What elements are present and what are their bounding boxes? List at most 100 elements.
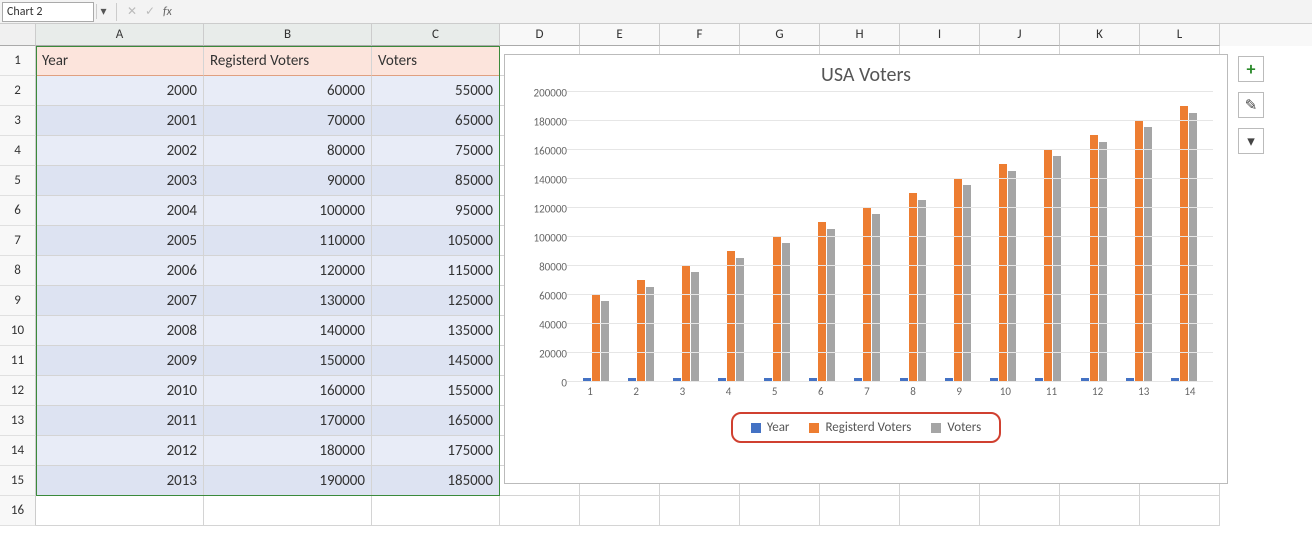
- cell[interactable]: 105000: [372, 226, 500, 256]
- cell[interactable]: 2010: [36, 376, 204, 406]
- chart-plot-area[interactable]: [567, 91, 1213, 381]
- bar[interactable]: [872, 214, 880, 381]
- row-header[interactable]: 16: [0, 496, 36, 526]
- cell[interactable]: 2012: [36, 436, 204, 466]
- select-all-corner[interactable]: [0, 24, 36, 46]
- cell[interactable]: 85000: [372, 166, 500, 196]
- row-header[interactable]: 15: [0, 466, 36, 496]
- chart-title[interactable]: USA Voters: [505, 55, 1227, 91]
- bar[interactable]: [601, 301, 609, 381]
- row-header[interactable]: 4: [0, 136, 36, 166]
- legend-item-registered[interactable]: Registerd Voters: [809, 420, 911, 435]
- bar[interactable]: [646, 287, 654, 381]
- cell[interactable]: 2003: [36, 166, 204, 196]
- bar[interactable]: [1090, 135, 1098, 382]
- cell[interactable]: 2013: [36, 466, 204, 496]
- column-header[interactable]: E: [580, 24, 660, 46]
- cell[interactable]: 75000: [372, 136, 500, 166]
- bar[interactable]: [1135, 120, 1143, 381]
- row-header[interactable]: 5: [0, 166, 36, 196]
- row-header[interactable]: 3: [0, 106, 36, 136]
- row-header[interactable]: 12: [0, 376, 36, 406]
- cell[interactable]: 2001: [36, 106, 204, 136]
- cell[interactable]: 2006: [36, 256, 204, 286]
- cell[interactable]: Registerd Voters: [204, 46, 372, 76]
- column-header[interactable]: A: [36, 24, 204, 46]
- cell[interactable]: 115000: [372, 256, 500, 286]
- cell[interactable]: 70000: [204, 106, 372, 136]
- bar[interactable]: [827, 229, 835, 381]
- bar[interactable]: [954, 178, 962, 381]
- row-header[interactable]: 14: [0, 436, 36, 466]
- bar[interactable]: [727, 251, 735, 382]
- cell[interactable]: 135000: [372, 316, 500, 346]
- cell[interactable]: 160000: [204, 376, 372, 406]
- chart-legend[interactable]: Year Registerd Voters Voters: [731, 412, 1001, 443]
- bar[interactable]: [691, 272, 699, 381]
- bar[interactable]: [1144, 127, 1152, 381]
- cell[interactable]: [740, 496, 820, 526]
- cell[interactable]: 190000: [204, 466, 372, 496]
- row-header[interactable]: 7: [0, 226, 36, 256]
- row-header[interactable]: 9: [0, 286, 36, 316]
- row-header[interactable]: 13: [0, 406, 36, 436]
- cell[interactable]: 2005: [36, 226, 204, 256]
- cell[interactable]: 110000: [204, 226, 372, 256]
- cell[interactable]: [372, 496, 500, 526]
- cell[interactable]: Year: [36, 46, 204, 76]
- bar[interactable]: [1008, 171, 1016, 381]
- column-header[interactable]: F: [660, 24, 740, 46]
- column-header[interactable]: L: [1140, 24, 1220, 46]
- column-header[interactable]: C: [372, 24, 500, 46]
- cell[interactable]: 145000: [372, 346, 500, 376]
- cell[interactable]: [980, 496, 1060, 526]
- cell[interactable]: 120000: [204, 256, 372, 286]
- cell[interactable]: 185000: [372, 466, 500, 496]
- row-header[interactable]: 2: [0, 76, 36, 106]
- cell[interactable]: [660, 496, 740, 526]
- cell[interactable]: 95000: [372, 196, 500, 226]
- bar[interactable]: [592, 294, 600, 381]
- cell[interactable]: [580, 496, 660, 526]
- bar[interactable]: [918, 200, 926, 381]
- column-header[interactable]: K: [1060, 24, 1140, 46]
- cell[interactable]: 2008: [36, 316, 204, 346]
- column-header[interactable]: I: [900, 24, 980, 46]
- cell[interactable]: [1060, 496, 1140, 526]
- cell[interactable]: 2004: [36, 196, 204, 226]
- bar[interactable]: [999, 164, 1007, 382]
- legend-item-year[interactable]: Year: [751, 420, 790, 435]
- row-header[interactable]: 10: [0, 316, 36, 346]
- cell[interactable]: 155000: [372, 376, 500, 406]
- cell[interactable]: 165000: [372, 406, 500, 436]
- column-header[interactable]: D: [500, 24, 580, 46]
- cell[interactable]: [36, 496, 204, 526]
- cell[interactable]: 2011: [36, 406, 204, 436]
- cell[interactable]: 100000: [204, 196, 372, 226]
- row-header[interactable]: 11: [0, 346, 36, 376]
- bar[interactable]: [1180, 106, 1188, 382]
- chart-styles-button[interactable]: ✎: [1238, 92, 1264, 118]
- cell[interactable]: 150000: [204, 346, 372, 376]
- column-header[interactable]: H: [820, 24, 900, 46]
- cell[interactable]: 140000: [204, 316, 372, 346]
- cell[interactable]: 180000: [204, 436, 372, 466]
- row-header[interactable]: 6: [0, 196, 36, 226]
- chart-object[interactable]: USA Voters 02000040000600008000010000012…: [504, 54, 1228, 484]
- cell[interactable]: [1140, 496, 1220, 526]
- row-header[interactable]: 1: [0, 46, 36, 76]
- cell[interactable]: [204, 496, 372, 526]
- cell[interactable]: 90000: [204, 166, 372, 196]
- legend-item-voters[interactable]: Voters: [931, 420, 981, 435]
- chart-filters-button[interactable]: ▾: [1238, 128, 1264, 154]
- chart-elements-button[interactable]: +: [1238, 56, 1264, 82]
- cell[interactable]: 60000: [204, 76, 372, 106]
- cell[interactable]: 2002: [36, 136, 204, 166]
- cell[interactable]: 130000: [204, 286, 372, 316]
- bar[interactable]: [782, 243, 790, 381]
- cell[interactable]: Voters: [372, 46, 500, 76]
- column-header[interactable]: G: [740, 24, 820, 46]
- cell[interactable]: 55000: [372, 76, 500, 106]
- bar[interactable]: [818, 222, 826, 382]
- cell[interactable]: [900, 496, 980, 526]
